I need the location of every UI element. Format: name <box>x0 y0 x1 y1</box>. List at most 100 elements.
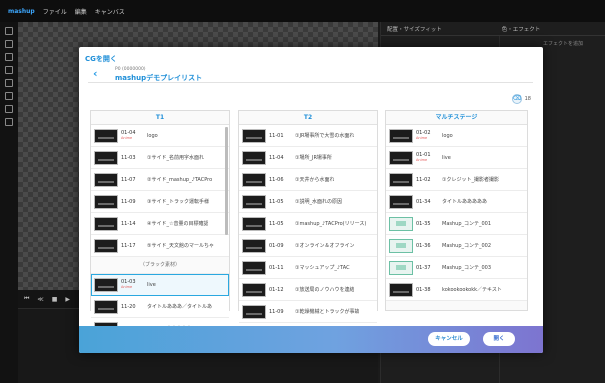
list-item[interactable]: 11-04 ①場所_JR場事所 <box>239 147 377 169</box>
list-item[interactable]: 11-14 ④サイド_☆音量の目標確認 <box>91 213 229 235</box>
item-code-text: 11-06 <box>269 176 284 183</box>
item-name: logo <box>442 132 453 139</box>
list-item[interactable]: 11-09 ③サイド_トラック運転手様 <box>91 191 229 213</box>
scrollbar[interactable] <box>225 127 228 235</box>
skip-start-icon[interactable]: ⏮ <box>24 295 29 303</box>
item-name: live <box>442 154 451 161</box>
list-item[interactable]: 01-02 Anime logo <box>386 125 527 147</box>
tab-color-effect[interactable]: 色・エフェクト <box>502 25 541 33</box>
item-name: ①放送局のノウハウを連結 <box>295 287 355 293</box>
item-code-text: 11-05 <box>269 198 284 205</box>
list-item[interactable]: 01-38 kokookookokk／テキスト <box>386 279 527 301</box>
cancel-button[interactable]: キャンセル <box>428 332 470 346</box>
list-item[interactable]: 01-35 Mashup_コンテ_001 <box>386 213 527 235</box>
list-item[interactable]: 01-04 Anime logo <box>91 125 229 147</box>
list-item[interactable]: 11-07 ②サイド_mashup_♪TACPro <box>91 169 229 191</box>
item-tag: Anime <box>121 285 133 289</box>
thumbnail <box>242 216 266 231</box>
list-item[interactable]: 01-01 Anime live <box>386 147 527 169</box>
dialog-footer: キャンセル 開く <box>79 326 543 353</box>
item-name: ④サイド_☆音量の目標確認 <box>147 221 209 227</box>
item-code-text: 01-11 <box>269 264 284 271</box>
item-name: ①マッシュアップ_♪TAC <box>295 265 350 271</box>
item-name: live <box>147 281 156 288</box>
menu-canvas[interactable]: キャンバス <box>95 7 125 16</box>
thumbnail <box>389 238 413 253</box>
thumbnail <box>94 216 118 231</box>
item-code: 11-20 <box>121 304 145 310</box>
play-icon[interactable]: ▶ <box>65 296 70 303</box>
item-code: 11-01 <box>269 133 293 139</box>
item-name: ①クレジット_撮影者撮影 <box>442 177 499 183</box>
open-button[interactable]: 開く <box>483 332 515 346</box>
right-panel-header: 配置・サイズフィット 色・エフェクト <box>381 22 605 36</box>
item-name: タイトルあああ／タイトルあ <box>147 304 213 310</box>
item-code: 01-34 <box>416 199 440 205</box>
item-code: 01-01 Anime <box>416 152 440 163</box>
thumbnail <box>242 238 266 253</box>
item-name: ①説明_水面れの原因 <box>295 199 342 205</box>
crop-tool-icon[interactable] <box>5 105 13 113</box>
text-tool-icon[interactable] <box>5 53 13 61</box>
item-code: 11-09 <box>269 309 293 315</box>
item-tag: Anime <box>416 136 428 140</box>
list-item[interactable]: 01-11 ①マッシュアップ_♪TAC <box>239 257 377 279</box>
thumbnail <box>389 194 413 209</box>
item-code: 01-11 <box>269 265 293 271</box>
trash-icon[interactable]: ⌫ <box>511 94 522 104</box>
item-code-text: 01-09 <box>269 242 284 249</box>
item-name: ①サイド_名前用字水面れ <box>147 155 204 161</box>
list-item[interactable]: 11-01 ①JR場事所で大雪の水面れ <box>239 125 377 147</box>
list-item[interactable]: 01-37 Mashup_コンテ_003 <box>386 257 527 279</box>
thumbnail <box>242 128 266 143</box>
music-tool-icon[interactable] <box>5 92 13 100</box>
item-code: 01-35 <box>416 221 440 227</box>
list-item[interactable]: 01-34 タイトルあああああ <box>386 191 527 213</box>
tab-layout[interactable]: 配置・サイズフィット <box>387 25 442 33</box>
column-title: T1 <box>91 111 229 125</box>
list-item[interactable]: 01-09 ①オンライン＆オフライン <box>239 235 377 257</box>
rewind-icon[interactable]: ≪ <box>37 296 43 303</box>
list-item[interactable]: 01-36 Mashup_コンテ_002 <box>386 235 527 257</box>
item-code: 11-02 <box>416 177 440 183</box>
layer-tool-icon[interactable] <box>5 79 13 87</box>
item-code: 01-12 <box>269 287 293 293</box>
list-item[interactable]: 01-12 ①放送局のノウハウを連結 <box>239 279 377 301</box>
add-effect-label[interactable]: エフェクトを追加 <box>381 36 605 47</box>
item-code: 11-14 <box>121 221 145 227</box>
thumbnail <box>242 150 266 165</box>
item-code-text: 11-03 <box>121 154 136 161</box>
thumbnail <box>242 260 266 275</box>
menu-file[interactable]: ファイル <box>43 7 67 16</box>
back-arrow-icon[interactable]: ‹ <box>93 68 98 79</box>
list-item[interactable]: 11-05 ①説明_水面れの原因 <box>239 191 377 213</box>
list-item[interactable]: 11-20 タイトルあああ／タイトルあ <box>91 296 229 318</box>
tool-strip <box>0 22 18 383</box>
item-name: ①オンライン＆オフライン <box>295 243 355 249</box>
item-name: ①mashup_♪TACPro(リリース) <box>295 221 367 227</box>
column-t1: T1 01-04 Anime logo 11-03 ①サイド_名前用字水面れ 11-07 ②… <box>90 110 230 340</box>
list-item[interactable]: 11-05 ①mashup_♪TACPro(リリース) <box>239 213 377 235</box>
list-item[interactable]: 11-02 ①クレジット_撮影者撮影 <box>386 169 527 191</box>
rect-tool-icon[interactable] <box>5 40 13 48</box>
count-value: 18 <box>524 96 531 102</box>
item-code: 01-38 <box>416 287 440 293</box>
menu-edit[interactable]: 編集 <box>75 7 87 16</box>
list-item[interactable]: 11-03 ①サイド_名前用字水面れ <box>91 147 229 169</box>
image-tool-icon[interactable] <box>5 66 13 74</box>
dialog-title: CGを開く <box>85 55 117 63</box>
zoom-tool-icon[interactable] <box>5 118 13 126</box>
item-code: 01-36 <box>416 243 440 249</box>
item-name: ③サイド_トラック運転手様 <box>147 199 209 205</box>
select-tool-icon[interactable] <box>5 27 13 35</box>
column-t2: T2 11-01 ①JR場事所で大雪の水面れ 11-04 ①場所_JR場事所 11-06… <box>238 110 378 345</box>
open-cg-dialog: CGを開く ‹ P0 (0000000) mashupデモプレイリスト ⌫ 18… <box>79 47 543 353</box>
stop-icon[interactable]: ■ <box>52 296 58 303</box>
list-item[interactable]: 11-17 ⑤サイド_天文館のマールちゃ <box>91 235 229 257</box>
thumbnail <box>94 194 118 209</box>
item-code: 11-05 <box>269 221 293 227</box>
list-item[interactable]: 11-06 ①天井から水面れ <box>239 169 377 191</box>
list-item[interactable]: 11-09 ①乾燥機械とトラックが事故 <box>239 301 377 323</box>
item-code-text: 11-20 <box>121 303 136 310</box>
list-item[interactable]: 01-03 Anime live <box>91 274 229 296</box>
